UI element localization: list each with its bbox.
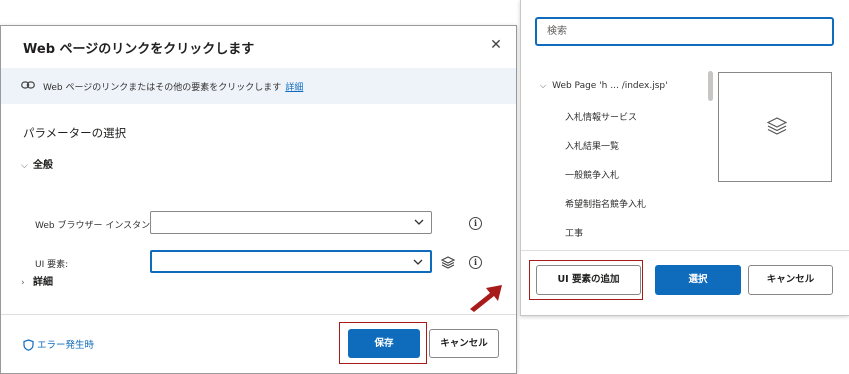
browser-instance-label: Web ブラウザー インスタンス: xyxy=(35,221,163,231)
on-error-link[interactable]: エラー発生時 xyxy=(23,337,94,351)
dialog-title: Web ページのリンクをクリックします xyxy=(23,42,255,57)
layers-icon xyxy=(767,117,787,135)
tree-item[interactable]: 工事 xyxy=(565,226,583,239)
save-button-highlight xyxy=(339,322,427,364)
tree-item[interactable]: 入札情報サービス xyxy=(565,110,637,123)
footer-divider xyxy=(1,314,516,315)
chevron-down-icon xyxy=(414,219,424,225)
advanced-group-toggle[interactable]: › 詳細 xyxy=(21,273,53,288)
picker-cancel-button[interactable]: キャンセル xyxy=(748,265,833,295)
general-group-toggle[interactable]: ⌵ 全般 xyxy=(21,156,53,171)
click-link-dialog: Web ページのリンクをクリックします ✕ Web ページのリンクまたはその他の… xyxy=(0,25,517,374)
learn-more-link[interactable]: 詳細 xyxy=(285,83,303,93)
shield-icon xyxy=(23,339,34,351)
picker-footer-divider xyxy=(521,250,849,251)
arrow-icon xyxy=(470,285,502,312)
section-title: パラメーターの選択 xyxy=(23,126,127,140)
info-icon[interactable]: i xyxy=(469,217,482,230)
search-box[interactable] xyxy=(535,17,834,46)
info-text: Web ページのリンクまたはその他の要素をクリックします 詳細 xyxy=(43,83,304,93)
element-preview xyxy=(718,72,832,182)
chevron-down-icon: ⌵ xyxy=(21,161,28,171)
chevron-down-icon: ⌵ xyxy=(540,81,547,90)
tree-root-page[interactable]: ⌵ Web Page 'h ... /index.jsp' xyxy=(540,81,668,91)
browser-instance-dropdown[interactable] xyxy=(150,211,432,234)
tree-item[interactable]: 一般競争入札 xyxy=(565,168,619,181)
ui-element-picker-icon[interactable] xyxy=(441,256,455,269)
info-bar: Web ページのリンクまたはその他の要素をクリックします 詳細 xyxy=(1,68,516,104)
cancel-button[interactable]: キャンセル xyxy=(429,329,499,358)
info-icon[interactable]: i xyxy=(469,256,482,269)
ui-element-dropdown[interactable] xyxy=(150,250,432,273)
tree-item[interactable]: 入札結果一覧 xyxy=(565,139,619,152)
tree-scrollbar[interactable] xyxy=(708,71,713,101)
add-ui-element-highlight xyxy=(529,260,643,300)
screenshot-root: Web ページのリンクをクリックします ✕ Web ページのリンクまたはその他の… xyxy=(0,0,849,374)
search-input[interactable] xyxy=(537,19,832,44)
select-button[interactable]: 選択 xyxy=(655,265,741,295)
close-icon[interactable]: ✕ xyxy=(489,38,503,52)
ui-element-label: UI 要素: xyxy=(35,260,69,270)
chevron-down-icon xyxy=(413,259,423,265)
link-icon xyxy=(21,81,35,89)
chevron-right-icon: › xyxy=(21,278,25,288)
tree-item[interactable]: 希望制指名競争入札 xyxy=(565,197,646,210)
